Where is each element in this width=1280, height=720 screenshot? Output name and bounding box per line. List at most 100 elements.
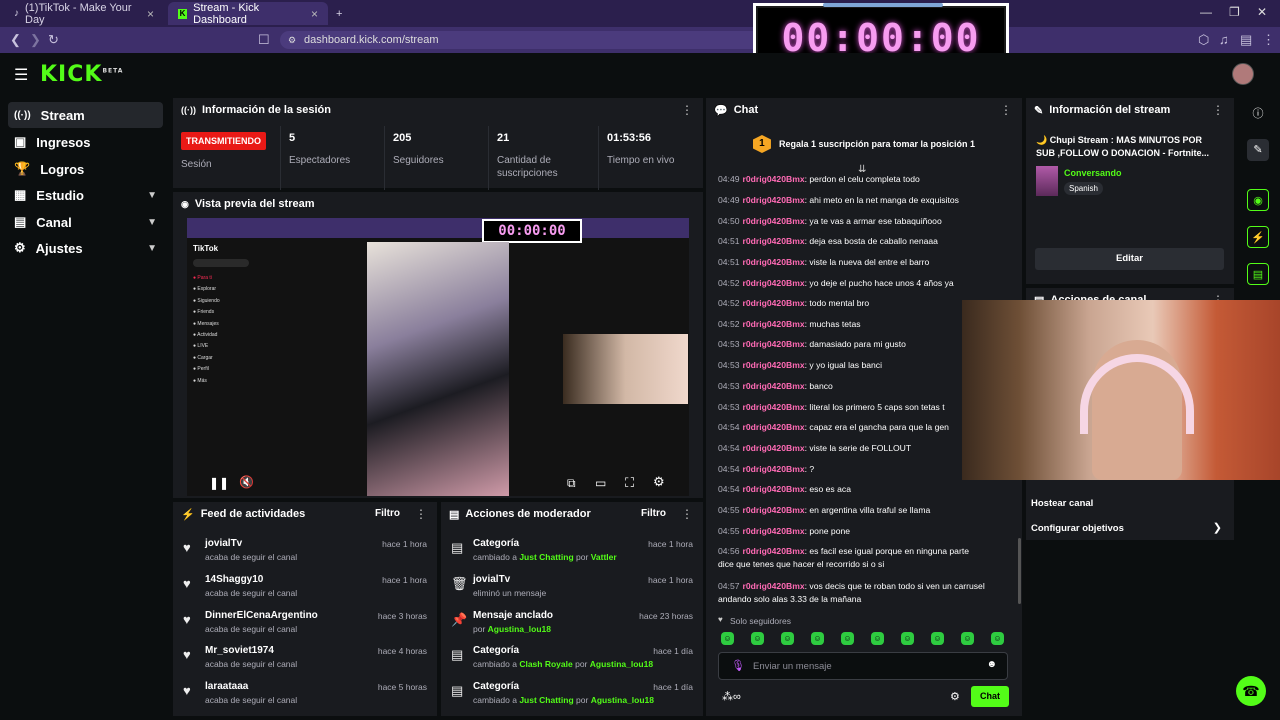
chat-username[interactable]: r0drig0420Bmx [743, 505, 805, 515]
follower-name[interactable]: Mr_soviet1974 [205, 645, 274, 656]
kebab-menu-icon[interactable]: ⋮ [1000, 103, 1012, 117]
mod-target[interactable]: Clash Royale [519, 659, 572, 669]
kick-logo[interactable]: KICKBETA [40, 62, 123, 87]
new-tab-button[interactable]: + [332, 2, 352, 25]
edit-icon[interactable]: ✎ [1247, 139, 1269, 161]
chat-username[interactable]: r0drig0420Bmx [743, 484, 805, 494]
emoji-icon[interactable]: ☻ [986, 659, 997, 670]
emote-icon[interactable]: ☺ [751, 632, 764, 645]
follower-name[interactable]: jovialTv [205, 538, 242, 549]
mod-target[interactable]: Just Chatting [519, 552, 573, 562]
emote-icon[interactable]: ☺ [841, 632, 854, 645]
chevron-right-icon[interactable]: ❯ [1213, 521, 1222, 534]
sidebar-item-ajustes[interactable]: ⚙ Ajustes ▼ [8, 235, 163, 261]
close-icon[interactable]: × [147, 7, 154, 21]
follower-name[interactable]: laraataaa [205, 681, 248, 692]
emote-icon[interactable]: ☺ [871, 632, 884, 645]
minimize-icon[interactable]: — [1200, 5, 1212, 19]
chat-username[interactable]: r0drig0420Bmx [743, 526, 805, 536]
emote-icon[interactable]: ☺ [961, 632, 974, 645]
sidebar-item-ingresos[interactable]: ▣ Ingresos [8, 129, 163, 155]
sidebar-item-estudio[interactable]: ▦ Estudio ▼ [8, 182, 163, 208]
restore-icon[interactable]: ❐ [1229, 5, 1240, 19]
microphone-icon[interactable]: 🎙 [731, 659, 745, 672]
support-chat-icon[interactable]: ☎ [1236, 676, 1266, 706]
settings-gear-icon[interactable]: ⚙ [653, 474, 665, 490]
channel-point-icon[interactable]: ◉ [1247, 189, 1269, 211]
browser-tab-tiktok[interactable]: ♪ (1)TikTok - Make Your Day × [4, 2, 164, 26]
mod-target[interactable]: Just Chatting [519, 695, 573, 705]
emote-icon[interactable]: ☺ [931, 632, 944, 645]
category-link[interactable]: Conversando [1064, 168, 1122, 178]
chat-send-button[interactable]: Chat [971, 686, 1009, 707]
chat-scrollbar[interactable] [1018, 538, 1021, 604]
host-channel-item[interactable]: Hostear canal [1031, 498, 1093, 509]
chat-username[interactable]: r0drig0420Bmx [743, 236, 805, 246]
chat-username[interactable]: r0drig0420Bmx [743, 581, 805, 591]
chat-username[interactable]: r0drig0420Bmx [743, 278, 805, 288]
emote-icon[interactable]: ☺ [811, 632, 824, 645]
mod-by[interactable]: Agustina_lou18 [590, 659, 653, 669]
forward-icon[interactable]: ❯ [30, 32, 41, 48]
chat-username[interactable]: r0drig0420Bmx [743, 464, 805, 474]
hamburger-menu-icon[interactable]: ☰ [14, 65, 28, 85]
configure-goals-item[interactable]: Configurar objetivos [1031, 523, 1124, 534]
reload-icon[interactable]: ↻ [48, 32, 59, 48]
coins-icon[interactable]: ⁂∞ [722, 690, 741, 703]
chat-settings-icon[interactable]: ⚙ [950, 690, 960, 703]
emote-icon[interactable]: ☺ [901, 632, 914, 645]
chat-username[interactable]: r0drig0420Bmx [743, 402, 805, 412]
theater-icon[interactable]: ▭ [595, 476, 606, 490]
mod-by[interactable]: Vattler [591, 552, 617, 562]
chat-username[interactable]: r0drig0420Bmx [743, 339, 805, 349]
chat-username[interactable]: r0drig0420Bmx [743, 298, 805, 308]
mute-icon[interactable]: 🔇 [239, 475, 254, 489]
chat-username[interactable]: r0drig0420Bmx [743, 546, 805, 556]
browser-menu-icon[interactable]: ⋮ [1262, 32, 1275, 48]
emote-icon[interactable]: ☺ [781, 632, 794, 645]
chat-username[interactable]: r0drig0420Bmx [743, 319, 805, 329]
sidebar-item-canal[interactable]: ▤ Canal ▼ [8, 209, 163, 235]
chat-username[interactable]: r0drig0420Bmx [743, 422, 805, 432]
follower-name[interactable]: 14Shaggy10 [205, 574, 263, 585]
chat-username[interactable]: r0drig0420Bmx [743, 257, 805, 267]
extension-icon[interactable]: ⬡ [1198, 32, 1209, 48]
kebab-menu-icon[interactable]: ⋮ [1212, 103, 1224, 117]
kebab-menu-icon[interactable]: ⋮ [681, 103, 693, 117]
music-icon[interactable]: ♫ [1219, 32, 1229, 47]
kebab-menu-icon[interactable]: ⋮ [415, 507, 427, 521]
notes-icon[interactable]: ▤ [1247, 263, 1269, 285]
quick-action-icon[interactable]: ⚡ [1247, 226, 1269, 248]
emote-icon[interactable]: ☺ [721, 632, 734, 645]
follower-name[interactable]: DinnerElCenaArgentino [205, 610, 318, 621]
chat-input[interactable]: 🎙 Enviar un mensaje ☻ [718, 652, 1008, 680]
bookmark-icon[interactable]: ☐ [258, 32, 270, 48]
moderator-filter-button[interactable]: Filtro [641, 508, 666, 519]
sidebar-item-logros[interactable]: 🏆 Logros [8, 156, 163, 182]
pip-icon[interactable]: ⧉ [567, 476, 576, 491]
activity-filter-button[interactable]: Filtro [375, 508, 400, 519]
chat-username[interactable]: r0drig0420Bmx [743, 443, 805, 453]
chat-username[interactable]: r0drig0420Bmx [743, 174, 805, 184]
chat-username[interactable]: r0drig0420Bmx [743, 360, 805, 370]
wallet-icon[interactable]: ▤ [1240, 32, 1252, 48]
user-avatar[interactable] [1232, 63, 1254, 85]
chat-username[interactable]: r0drig0420Bmx [743, 216, 805, 226]
info-icon[interactable]: ⓘ [1247, 103, 1269, 125]
sub-gift-banner[interactable]: 1 Regala 1 suscripción para tomar la pos… [706, 128, 1022, 160]
stream-video[interactable]: 00:00:00 TikTok ● Para ti ● Explorar ● Sig… [187, 218, 689, 496]
chat-username[interactable]: r0drig0420Bmx [743, 381, 805, 391]
pause-icon[interactable]: ❚❚ [209, 476, 229, 490]
edit-button[interactable]: Editar [1035, 248, 1224, 270]
window-close-icon[interactable]: ✕ [1257, 5, 1267, 19]
mod-by[interactable]: Agustina_lou18 [591, 695, 654, 705]
sidebar-item-stream[interactable]: ((·)) Stream [8, 102, 163, 128]
chat-username[interactable]: r0drig0420Bmx [743, 195, 805, 205]
emote-icon[interactable]: ☺ [991, 632, 1004, 645]
close-icon[interactable]: × [311, 7, 318, 21]
kebab-menu-icon[interactable]: ⋮ [681, 507, 693, 521]
fullscreen-icon[interactable]: ⛶ [625, 475, 634, 491]
back-icon[interactable]: ❮ [10, 32, 21, 48]
mod-target[interactable]: Agustina_lou18 [488, 624, 551, 634]
browser-tab-kick[interactable]: K Stream - Kick Dashboard × [168, 2, 328, 26]
